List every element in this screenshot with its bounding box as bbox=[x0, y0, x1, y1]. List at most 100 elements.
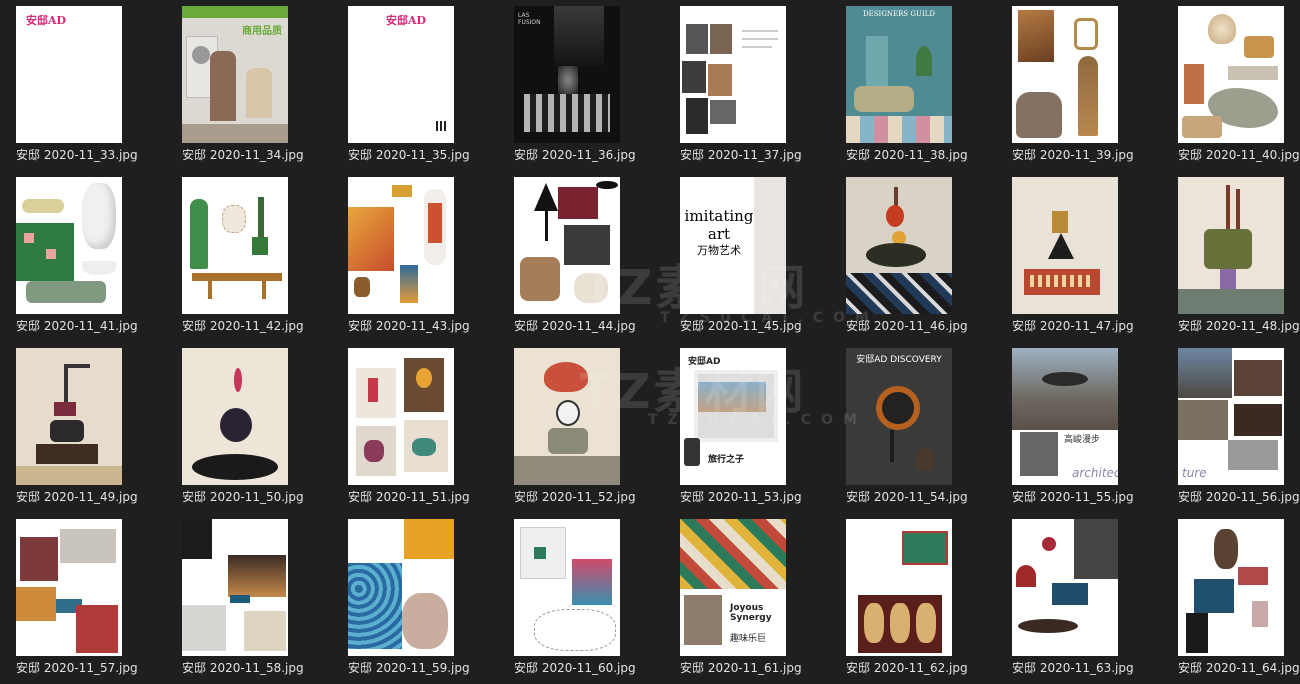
thumbnail-image: ture bbox=[1178, 348, 1284, 485]
file-tile[interactable]: 安邸 2020-11_62.jpg bbox=[846, 513, 1012, 684]
thumbnail-grid: 安邸AD 安邸 2020-11_33.jpg 商用品质 安邸 2020-11_3… bbox=[0, 0, 1300, 684]
file-name: 安邸 2020-11_47.jpg bbox=[1012, 319, 1134, 333]
file-name: 安邸 2020-11_62.jpg bbox=[846, 661, 968, 675]
file-tile[interactable]: 安邸 2020-11_42.jpg bbox=[182, 171, 348, 342]
thumbnail-image bbox=[182, 177, 288, 314]
file-tile[interactable]: LAS FUSION 安邸 2020-11_36.jpg bbox=[514, 0, 680, 171]
file-name: 安邸 2020-11_34.jpg bbox=[182, 148, 304, 162]
file-tile[interactable]: 安邸 2020-11_37.jpg bbox=[680, 0, 846, 171]
thumbnail-image: 安邸AD 旅行之子 bbox=[680, 348, 786, 485]
file-name: 安邸 2020-11_63.jpg bbox=[1012, 661, 1134, 675]
masthead-logo: 安邸AD DISCOVERY bbox=[856, 355, 942, 365]
thumbnail-image bbox=[846, 177, 952, 314]
thumbnail-image bbox=[846, 519, 952, 656]
file-name: 安邸 2020-11_33.jpg bbox=[16, 148, 138, 162]
thumbnail-image bbox=[514, 348, 620, 485]
file-tile[interactable]: 安邸 2020-11_58.jpg bbox=[182, 513, 348, 684]
file-tile[interactable]: Joyous Synergy 趣味乐巨 安邸 2020-11_61.jpg bbox=[680, 513, 846, 684]
file-name: 安邸 2020-11_35.jpg bbox=[348, 148, 470, 162]
file-tile[interactable]: 安邸 2020-11_52.jpg bbox=[514, 342, 680, 513]
file-name: 安邸 2020-11_48.jpg bbox=[1178, 319, 1300, 333]
file-tile[interactable]: 安邸 2020-11_47.jpg bbox=[1012, 171, 1178, 342]
file-tile[interactable]: 安邸 2020-11_44.jpg bbox=[514, 171, 680, 342]
thumbnail-image: imitating art 万物艺术 bbox=[680, 177, 786, 314]
file-tile[interactable]: 安邸 2020-11_50.jpg bbox=[182, 342, 348, 513]
file-tile[interactable]: 安邸AD 安邸 2020-11_33.jpg bbox=[16, 0, 182, 171]
file-tile[interactable]: 安邸AD 旅行之子 安邸 2020-11_53.jpg bbox=[680, 342, 846, 513]
file-tile[interactable]: 安邸 2020-11_60.jpg bbox=[514, 513, 680, 684]
ad-title: 商用品质 bbox=[242, 26, 282, 37]
cover-line: art bbox=[707, 225, 731, 243]
file-tile[interactable]: 安邸 2020-11_51.jpg bbox=[348, 342, 514, 513]
file-tile[interactable]: 高峻漫步 architec 安邸 2020-11_55.jpg bbox=[1012, 342, 1178, 513]
thumbnail-image bbox=[680, 6, 786, 143]
file-tile[interactable]: 安邸AD 安邸 2020-11_35.jpg bbox=[348, 0, 514, 171]
file-name: 安邸 2020-11_54.jpg bbox=[846, 490, 968, 504]
file-tile[interactable]: imitating art 万物艺术 安邸 2020-11_45.jpg bbox=[680, 171, 846, 342]
file-name: 安邸 2020-11_56.jpg bbox=[1178, 490, 1300, 504]
thumbnail-image bbox=[348, 177, 454, 314]
file-tile[interactable]: 安邸 2020-11_64.jpg bbox=[1178, 513, 1300, 684]
cover-script: ture bbox=[1182, 466, 1207, 480]
file-tile[interactable]: ture 安邸 2020-11_56.jpg bbox=[1178, 342, 1300, 513]
ad-title: DESIGNERS GUILD bbox=[863, 10, 935, 18]
file-tile[interactable]: 安邸 2020-11_46.jpg bbox=[846, 171, 1012, 342]
cover-line: imitating bbox=[684, 207, 754, 225]
thumbnail-image bbox=[1012, 519, 1118, 656]
file-name: 安邸 2020-11_40.jpg bbox=[1178, 148, 1300, 162]
file-tile[interactable]: 商用品质 安邸 2020-11_34.jpg bbox=[182, 0, 348, 171]
thumbnail-image bbox=[16, 348, 122, 485]
file-name: 安邸 2020-11_38.jpg bbox=[846, 148, 968, 162]
cover-cn: 趣味乐巨 bbox=[730, 634, 767, 644]
thumbnail-image bbox=[514, 519, 620, 656]
file-name: 安邸 2020-11_49.jpg bbox=[16, 490, 138, 504]
file-name: 安邸 2020-11_58.jpg bbox=[182, 661, 304, 675]
file-tile[interactable]: 安邸 2020-11_57.jpg bbox=[16, 513, 182, 684]
file-name: 安邸 2020-11_37.jpg bbox=[680, 148, 802, 162]
cover-cn: 万物艺术 bbox=[697, 244, 741, 257]
file-tile[interactable]: 安邸 2020-11_59.jpg bbox=[348, 513, 514, 684]
thumbnail-image: LAS FUSION bbox=[514, 6, 620, 143]
file-tile[interactable]: 安邸 2020-11_40.jpg bbox=[1178, 0, 1300, 171]
masthead-logo: 安邸AD bbox=[688, 357, 721, 367]
thumbnail-image bbox=[514, 177, 620, 314]
file-tile[interactable]: 安邸 2020-11_39.jpg bbox=[1012, 0, 1178, 171]
file-name: 安邸 2020-11_51.jpg bbox=[348, 490, 470, 504]
file-name: 安邸 2020-11_43.jpg bbox=[348, 319, 470, 333]
thumbnail-image: 安邸AD bbox=[348, 6, 454, 143]
file-tile[interactable]: 安邸 2020-11_41.jpg bbox=[16, 171, 182, 342]
file-tile[interactable]: DESIGNERS GUILD 安邸 2020-11_38.jpg bbox=[846, 0, 1012, 171]
cover-script: architec bbox=[1072, 466, 1118, 480]
file-name: 安邸 2020-11_42.jpg bbox=[182, 319, 304, 333]
file-name: 安邸 2020-11_50.jpg bbox=[182, 490, 304, 504]
thumbnail-image bbox=[1178, 177, 1284, 314]
thumbnail-image: 安邸AD DISCOVERY bbox=[846, 348, 952, 485]
file-name: 安邸 2020-11_46.jpg bbox=[846, 319, 968, 333]
file-name: 安邸 2020-11_45.jpg bbox=[680, 319, 802, 333]
cover-cn: 高峻漫步 bbox=[1064, 435, 1101, 445]
file-name: 安邸 2020-11_39.jpg bbox=[1012, 148, 1134, 162]
thumbnail-image: Joyous Synergy 趣味乐巨 bbox=[680, 519, 786, 656]
thumbnail-image bbox=[16, 177, 122, 314]
file-tile[interactable]: 安邸 2020-11_43.jpg bbox=[348, 171, 514, 342]
cover-title: Joyous Synergy bbox=[730, 603, 772, 623]
thumbnail-image bbox=[1178, 519, 1284, 656]
thumbnail-image: 商用品质 bbox=[182, 6, 288, 143]
file-name: 安邸 2020-11_59.jpg bbox=[348, 661, 470, 675]
file-tile[interactable]: 安邸 2020-11_63.jpg bbox=[1012, 513, 1178, 684]
masthead-logo: 安邸AD bbox=[26, 14, 67, 27]
file-tile[interactable]: 安邸 2020-11_49.jpg bbox=[16, 342, 182, 513]
file-name: 安邸 2020-11_36.jpg bbox=[514, 148, 636, 162]
file-name: 安邸 2020-11_61.jpg bbox=[680, 661, 802, 675]
file-name: 安邸 2020-11_55.jpg bbox=[1012, 490, 1134, 504]
file-tile[interactable]: 安邸AD DISCOVERY 安邸 2020-11_54.jpg bbox=[846, 342, 1012, 513]
thumbnail-image bbox=[1012, 6, 1118, 143]
file-name: 安邸 2020-11_53.jpg bbox=[680, 490, 802, 504]
cover-cn: 旅行之子 bbox=[708, 455, 745, 465]
file-tile[interactable]: 安邸 2020-11_48.jpg bbox=[1178, 171, 1300, 342]
thumbnail-image: 高峻漫步 architec bbox=[1012, 348, 1118, 485]
ad-title: LAS FUSION bbox=[518, 12, 541, 26]
thumbnail-image bbox=[348, 519, 454, 656]
thumbnail-image bbox=[1178, 6, 1284, 143]
thumbnail-image bbox=[1012, 177, 1118, 314]
